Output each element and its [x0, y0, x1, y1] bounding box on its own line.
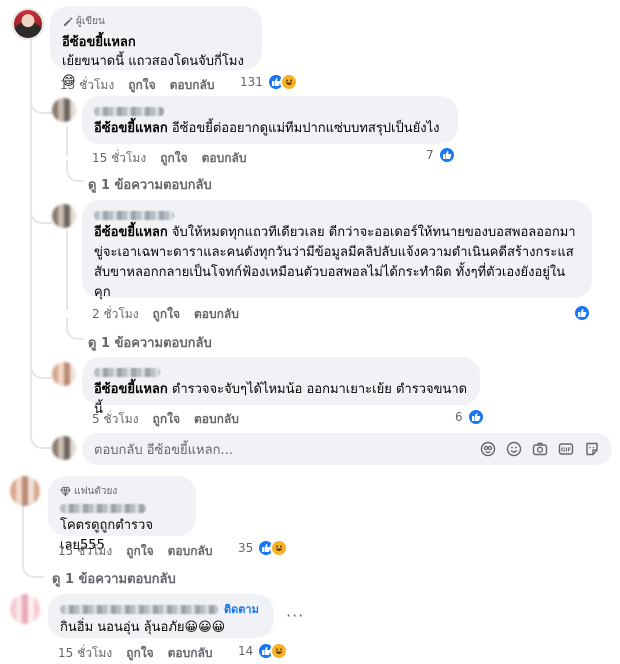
reaction-count[interactable]: 6 [455, 408, 485, 426]
more-options-icon[interactable]: ··· [286, 606, 304, 625]
thread-connector [66, 160, 84, 182]
comment-text: อีซ้อขยี้ต่ออยากดูแม่ทีมปากแซ่บบทสรุปเป็… [171, 121, 440, 136]
reply-input[interactable]: ตอบกลับ อีซ้อขยี้แหลก... GIF [82, 433, 612, 465]
camera-icon[interactable] [532, 441, 548, 457]
reaction-count[interactable]: 35 [238, 539, 289, 557]
reaction-count[interactable]: 7 [426, 146, 456, 164]
blurred-name [94, 107, 164, 116]
thread-connector [22, 556, 44, 578]
blurred-name [60, 604, 218, 614]
view-replies-link[interactable]: ดู 1 ข้อความตอบกลับ [88, 174, 212, 195]
comment-bubble: อีซ้อขยี้แหลก อีซ้อขยี้ต่ออยากดูแม่ทีมปา… [82, 96, 458, 144]
view-replies-link[interactable]: ดู 1 ข้อความตอบกลับ [88, 332, 212, 353]
comment-bubble: อีซ้อขยี้แหลก ตำรวจจะจับๆได้ไหมน้อ ออกมา… [82, 357, 480, 417]
comment-bubble: ผู้เขียน อีซ้อขยี้แหลก เย้ยขนาดนี้ แถวสอ… [50, 6, 262, 89]
commenter-name[interactable]: อีซ้อขยี้แหลก [94, 225, 168, 240]
comment-actions: 15 ชั่วโมง ถูกใจ ตอบกลับ [58, 542, 212, 561]
thread-connector [30, 355, 52, 379]
comment-time[interactable]: 2 ชั่วโมง [92, 305, 139, 324]
comment-actions: 15 ชั่วโมง ถูกใจ ตอบกลับ [92, 149, 246, 168]
like-icon [437, 146, 456, 164]
reaction-count[interactable]: 131 [240, 73, 298, 91]
pencil-icon [63, 17, 73, 27]
diamond-icon [60, 486, 71, 497]
thread-connector [30, 90, 52, 114]
reaction-number: 7 [426, 148, 434, 162]
avatar[interactable] [52, 204, 76, 228]
haha-icon [279, 73, 298, 91]
reaction-number: 6 [455, 410, 463, 424]
like-icon [573, 304, 591, 322]
comment-bubble: แฟนตัวยง โคตรดูถูกตำรวจเลย555 [48, 476, 196, 553]
reply-button[interactable]: ตอบกลับ [202, 149, 247, 168]
avatar[interactable] [10, 594, 40, 624]
haha-icon [270, 642, 289, 660]
comment-actions: 5 ชั่วโมง ถูกใจ ตอบกลับ [92, 410, 239, 429]
reaction-count[interactable] [573, 304, 591, 322]
reply-button[interactable]: ตอบกลับ [194, 305, 239, 324]
blurred-name [94, 368, 160, 377]
thread-line [66, 230, 68, 310]
comment-bubble: อีซ้อขยี้แหลก จับให้หมดทุกแถวทีเดียวเลย … [82, 200, 592, 300]
gif-icon[interactable]: GIF [558, 441, 574, 457]
follow-button[interactable]: ติดตาม [224, 600, 259, 618]
commenter-name[interactable]: อีซ้อขยี้แหลก [94, 382, 168, 397]
comment-actions: 2 ชั่วโมง ถูกใจ ตอบกลับ [92, 305, 239, 324]
like-button[interactable]: ถูกใจ [153, 410, 180, 429]
view-replies-link[interactable]: ดู 1 ข้อความตอบกลับ [52, 568, 176, 589]
current-user-avatar [52, 436, 76, 460]
reply-button[interactable]: ตอบกลับ [170, 76, 215, 95]
like-icon [466, 408, 485, 426]
blurred-name [60, 504, 146, 513]
comment-actions: 15 ชั่วโมง ถูกใจ ตอบกลับ [60, 76, 214, 95]
comment-time[interactable]: 15 ชั่วโมง [92, 149, 146, 168]
avatar[interactable] [12, 8, 44, 40]
svg-text:GIF: GIF [561, 448, 572, 454]
avatar[interactable] [52, 362, 76, 386]
like-button[interactable]: ถูกใจ [126, 542, 153, 561]
comment-time[interactable]: 15 ชั่วโมง [58, 644, 112, 663]
avatar[interactable] [52, 98, 76, 122]
author-badge: ผู้เขียน [62, 14, 250, 29]
reply-placeholder: ตอบกลับ อีซ้อขยี้แหลก... [94, 442, 233, 458]
avatar[interactable] [10, 476, 40, 506]
thread-connector [30, 425, 52, 449]
like-button[interactable]: ถูกใจ [128, 76, 155, 95]
sticker-icon[interactable] [584, 441, 600, 457]
reaction-number: 35 [238, 541, 254, 555]
avatar-sticker-icon[interactable] [480, 441, 496, 457]
reply-button[interactable]: ตอบกลับ [168, 542, 213, 561]
commenter-name[interactable]: อีซ้อขยี้แหลก [62, 31, 250, 52]
thread-connector [66, 318, 84, 340]
commenter-name[interactable]: อีซ้อขยี้แหลก [94, 121, 168, 136]
reply-button[interactable]: ตอบกลับ [194, 410, 239, 429]
comment-text: กินอิ่ม นอนอุ่น ลุ้นอภัย😀😀😀 [60, 620, 226, 635]
blurred-name [94, 211, 174, 220]
badge-label: แฟนตัวยง [74, 486, 118, 497]
reply-button[interactable]: ตอบกลับ [168, 644, 213, 663]
comment-bubble: ติดตาม กินอิ่ม นอนอุ่น ลุ้นอภัย😀😀😀 [48, 594, 274, 638]
emoji-icon[interactable] [506, 441, 522, 457]
like-button[interactable]: ถูกใจ [153, 305, 180, 324]
like-button[interactable]: ถูกใจ [160, 149, 187, 168]
reaction-number: 131 [240, 75, 263, 89]
reaction-count[interactable]: 14 [238, 642, 289, 660]
top-fan-badge: แฟนตัวยง [60, 484, 184, 499]
comment-actions: 15 ชั่วโมง ถูกใจ ตอบกลับ [58, 644, 212, 663]
comment-time[interactable]: 15 ชั่วโมง [58, 542, 112, 561]
thread-connector [30, 200, 52, 224]
reaction-number: 14 [238, 644, 254, 658]
thread-line [66, 126, 68, 156]
thread-line [22, 498, 24, 556]
haha-icon [270, 539, 289, 557]
comment-time[interactable]: 15 ชั่วโมง [60, 76, 114, 95]
comment-time[interactable]: 5 ชั่วโมง [92, 410, 139, 429]
like-button[interactable]: ถูกใจ [126, 644, 153, 663]
badge-label: ผู้เขียน [76, 16, 105, 27]
